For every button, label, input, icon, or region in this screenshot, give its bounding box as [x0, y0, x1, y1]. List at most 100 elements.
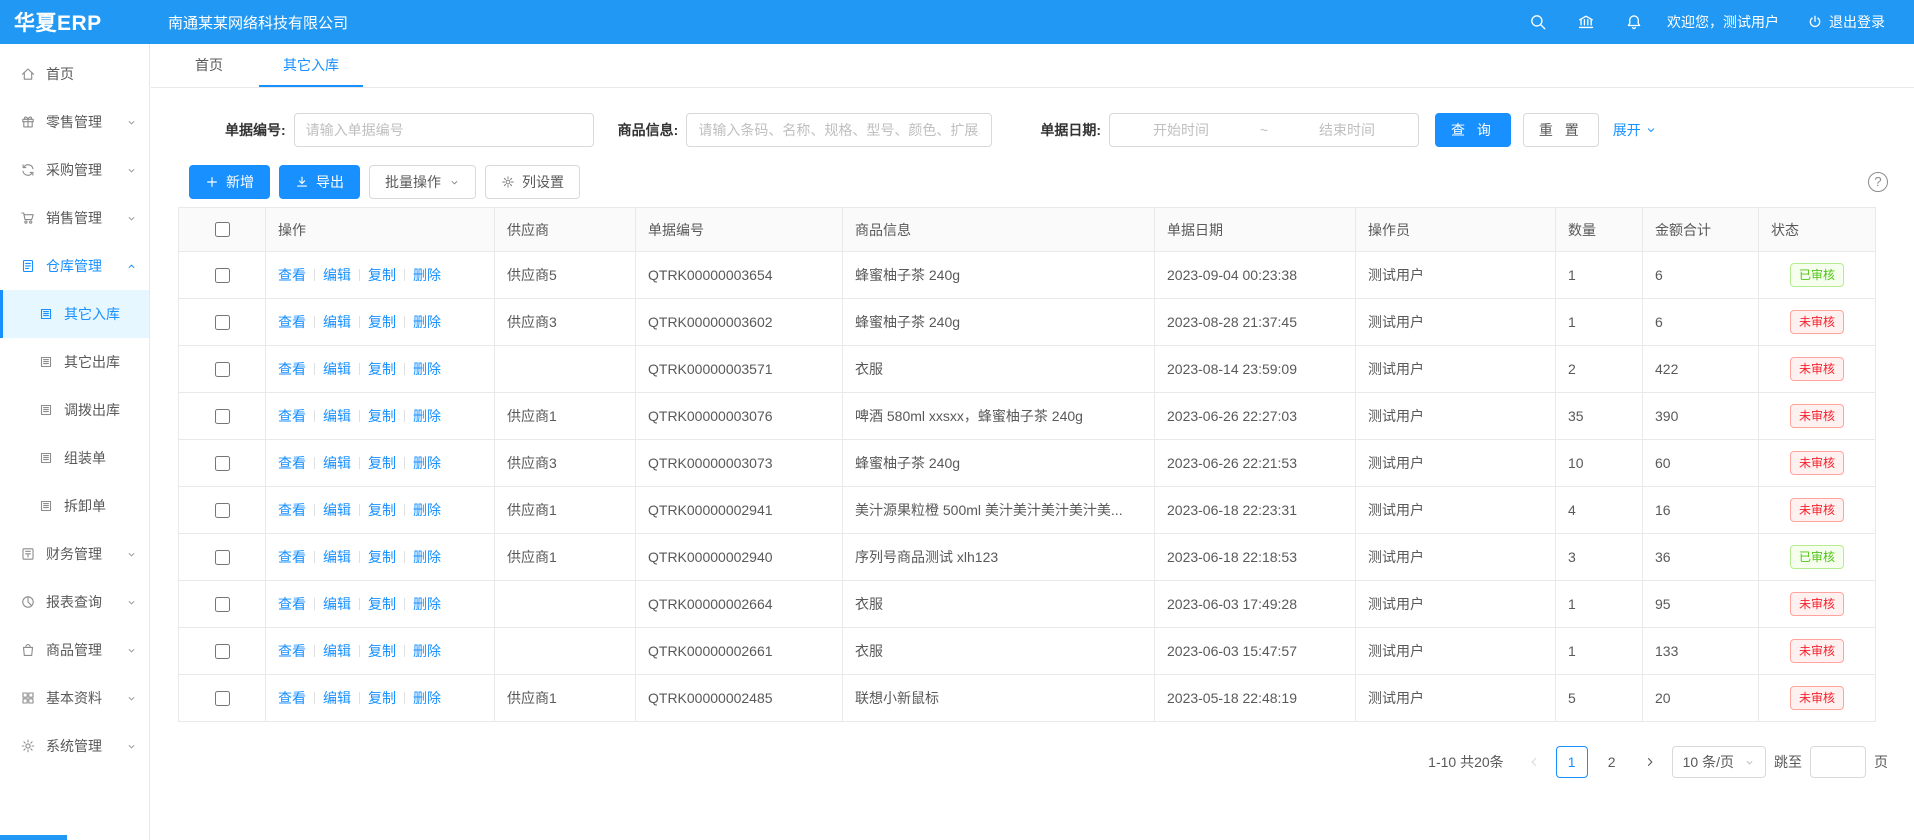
- delete-link[interactable]: 删除: [413, 690, 441, 706]
- row-checkbox[interactable]: [215, 409, 230, 424]
- view-link[interactable]: 查看: [278, 596, 306, 612]
- view-link[interactable]: 查看: [278, 643, 306, 659]
- page-size-value: 10 条/页: [1683, 752, 1734, 772]
- edit-link[interactable]: 编辑: [323, 361, 351, 377]
- edit-link[interactable]: 编辑: [323, 455, 351, 471]
- view-link[interactable]: 查看: [278, 314, 306, 330]
- expand-link[interactable]: 展开: [1613, 120, 1657, 140]
- sidebar-item-sales[interactable]: 销售管理: [0, 194, 149, 242]
- delete-link[interactable]: 删除: [413, 408, 441, 424]
- next-page-button[interactable]: [1636, 746, 1664, 778]
- view-link[interactable]: 查看: [278, 455, 306, 471]
- copy-link[interactable]: 复制: [368, 267, 396, 283]
- sidebar-subitem-transfer-outbound[interactable]: 调拨出库: [0, 386, 149, 434]
- filter-bar: 单据编号: 商品信息: 单据日期: 开始时间 ~ 结束时间 查 询 重 置 展开: [225, 113, 1914, 147]
- copy-link[interactable]: 复制: [368, 596, 396, 612]
- cell-supplier: [495, 628, 636, 675]
- goods-info-input[interactable]: [686, 113, 992, 147]
- bell-icon[interactable]: [1625, 13, 1643, 31]
- edit-link[interactable]: 编辑: [323, 549, 351, 565]
- sidebar-item-goods[interactable]: 商品管理: [0, 626, 149, 674]
- logout-button[interactable]: 退出登录: [1807, 12, 1885, 32]
- delete-link[interactable]: 删除: [413, 455, 441, 471]
- sidebar-item-system[interactable]: 系统管理: [0, 722, 149, 770]
- delete-link[interactable]: 删除: [413, 643, 441, 659]
- help-icon[interactable]: ?: [1868, 172, 1888, 192]
- row-checkbox[interactable]: [215, 456, 230, 471]
- sidebar-scrollbar-thumb[interactable]: [0, 835, 67, 840]
- page-size-select[interactable]: 10 条/页: [1672, 746, 1766, 778]
- delete-link[interactable]: 删除: [413, 596, 441, 612]
- copy-link[interactable]: 复制: [368, 690, 396, 706]
- export-button[interactable]: 导出: [279, 165, 360, 199]
- row-checkbox[interactable]: [215, 315, 230, 330]
- view-link[interactable]: 查看: [278, 549, 306, 565]
- copy-link[interactable]: 复制: [368, 549, 396, 565]
- add-button[interactable]: 新增: [189, 165, 270, 199]
- date-end-placeholder[interactable]: 结束时间: [1276, 120, 1418, 140]
- sidebar-item-warehouse[interactable]: 仓库管理: [0, 242, 149, 290]
- batch-actions-button[interactable]: 批量操作: [369, 165, 476, 199]
- tab-home[interactable]: 首页: [171, 44, 247, 87]
- edit-link[interactable]: 编辑: [323, 408, 351, 424]
- view-link[interactable]: 查看: [278, 502, 306, 518]
- edit-link[interactable]: 编辑: [323, 267, 351, 283]
- copy-link[interactable]: 复制: [368, 361, 396, 377]
- delete-link[interactable]: 删除: [413, 502, 441, 518]
- view-link[interactable]: 查看: [278, 408, 306, 424]
- row-checkbox[interactable]: [215, 550, 230, 565]
- sidebar-subitem-other-inbound[interactable]: 其它入库: [0, 290, 149, 338]
- delete-link[interactable]: 删除: [413, 361, 441, 377]
- view-link[interactable]: 查看: [278, 690, 306, 706]
- tab-other-inbound[interactable]: 其它入库: [259, 44, 363, 87]
- copy-link[interactable]: 复制: [368, 314, 396, 330]
- jump-page-input[interactable]: [1810, 746, 1866, 778]
- platform-bank-icon[interactable]: [1577, 13, 1595, 31]
- delete-link[interactable]: 删除: [413, 314, 441, 330]
- edit-link[interactable]: 编辑: [323, 643, 351, 659]
- copy-link[interactable]: 复制: [368, 502, 396, 518]
- copy-link[interactable]: 复制: [368, 643, 396, 659]
- search-icon[interactable]: [1529, 13, 1547, 31]
- row-checkbox[interactable]: [215, 503, 230, 518]
- cell-amount: 36: [1643, 534, 1759, 581]
- view-link[interactable]: 查看: [278, 361, 306, 377]
- bill-no-input[interactable]: [294, 113, 594, 147]
- view-link[interactable]: 查看: [278, 267, 306, 283]
- table-row: 查看编辑复制删除供应商1QTRK00000002940序列号商品测试 xlh12…: [179, 534, 1876, 581]
- edit-link[interactable]: 编辑: [323, 596, 351, 612]
- search-button[interactable]: 查 询: [1435, 113, 1511, 147]
- edit-link[interactable]: 编辑: [323, 314, 351, 330]
- row-checkbox[interactable]: [215, 362, 230, 377]
- cell-actions: 查看 编辑 复制 删除: [266, 628, 495, 675]
- table-row: 查看编辑复制删除供应商1QTRK00000002941美汁源果粒橙 500ml …: [179, 487, 1876, 534]
- sidebar-item-basic[interactable]: 基本资料: [0, 674, 149, 722]
- sidebar-subitem-disassembly[interactable]: 拆卸单: [0, 482, 149, 530]
- column-settings-button[interactable]: 列设置: [485, 165, 580, 199]
- row-checkbox[interactable]: [215, 644, 230, 659]
- sidebar-item-label: 基本资料: [46, 688, 102, 708]
- sidebar-subitem-assembly[interactable]: 组装单: [0, 434, 149, 482]
- sidebar-item-report[interactable]: 报表查询: [0, 578, 149, 626]
- edit-link[interactable]: 编辑: [323, 502, 351, 518]
- row-checkbox[interactable]: [215, 691, 230, 706]
- row-checkbox[interactable]: [215, 268, 230, 283]
- prev-page-button[interactable]: [1520, 746, 1548, 778]
- reset-button[interactable]: 重 置: [1523, 113, 1599, 147]
- row-checkbox[interactable]: [215, 597, 230, 612]
- page-number-2[interactable]: 2: [1596, 746, 1628, 778]
- sidebar-item-retail[interactable]: 零售管理: [0, 98, 149, 146]
- edit-link[interactable]: 编辑: [323, 690, 351, 706]
- sidebar-item-finance[interactable]: 财务管理: [0, 530, 149, 578]
- page-number-1[interactable]: 1: [1556, 746, 1588, 778]
- copy-link[interactable]: 复制: [368, 408, 396, 424]
- date-start-placeholder[interactable]: 开始时间: [1110, 120, 1252, 140]
- copy-link[interactable]: 复制: [368, 455, 396, 471]
- delete-link[interactable]: 删除: [413, 267, 441, 283]
- sidebar-subitem-other-outbound[interactable]: 其它出库: [0, 338, 149, 386]
- date-range-picker[interactable]: 开始时间 ~ 结束时间: [1109, 113, 1419, 147]
- sidebar-item-purchase[interactable]: 采购管理: [0, 146, 149, 194]
- select-all-checkbox[interactable]: [215, 222, 230, 237]
- delete-link[interactable]: 删除: [413, 549, 441, 565]
- sidebar-item-home[interactable]: 首页: [0, 50, 149, 98]
